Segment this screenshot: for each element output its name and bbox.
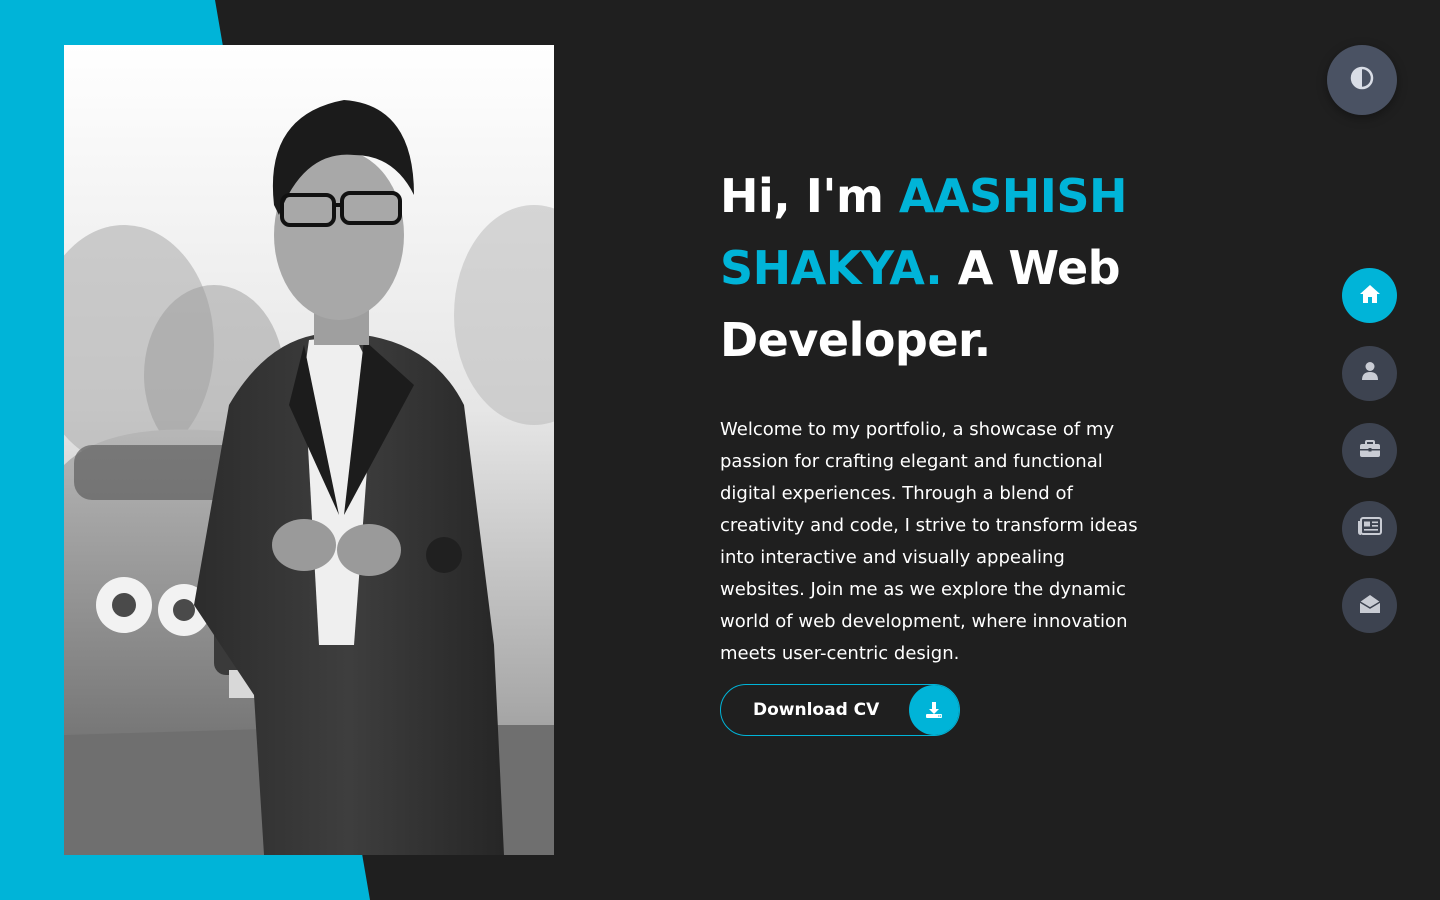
hero-section: Hi, I'm AASHISH SHAKYA. A Web Developer.… [720,160,1180,670]
download-cv-label: Download CV [753,700,880,720]
contrast-icon [1350,66,1374,94]
hero-headline: Hi, I'm AASHISH SHAKYA. A Web Developer. [720,160,1180,376]
briefcase-icon [1359,439,1381,462]
envelope-open-icon [1359,594,1381,618]
nav-contact-button[interactable] [1342,578,1397,633]
side-navigation [1342,268,1397,656]
home-icon [1359,284,1381,308]
profile-photo [64,45,554,855]
download-icon [909,685,959,735]
greeting-text: Hi, I'm [720,169,899,223]
download-cv-button[interactable]: Download CV [720,684,960,736]
portfolio-page: Hi, I'm AASHISH SHAKYA. A Web Developer.… [0,0,1440,900]
nav-home-button[interactable] [1342,268,1397,323]
nav-blog-button[interactable] [1342,500,1397,556]
user-icon [1361,361,1379,385]
theme-toggle-button[interactable] [1327,45,1397,115]
intro-paragraph: Welcome to my portfolio, a showcase of m… [720,419,1138,664]
nav-portfolio-button[interactable] [1342,423,1397,478]
nav-about-button[interactable] [1342,345,1397,401]
newspaper-icon [1357,517,1382,539]
